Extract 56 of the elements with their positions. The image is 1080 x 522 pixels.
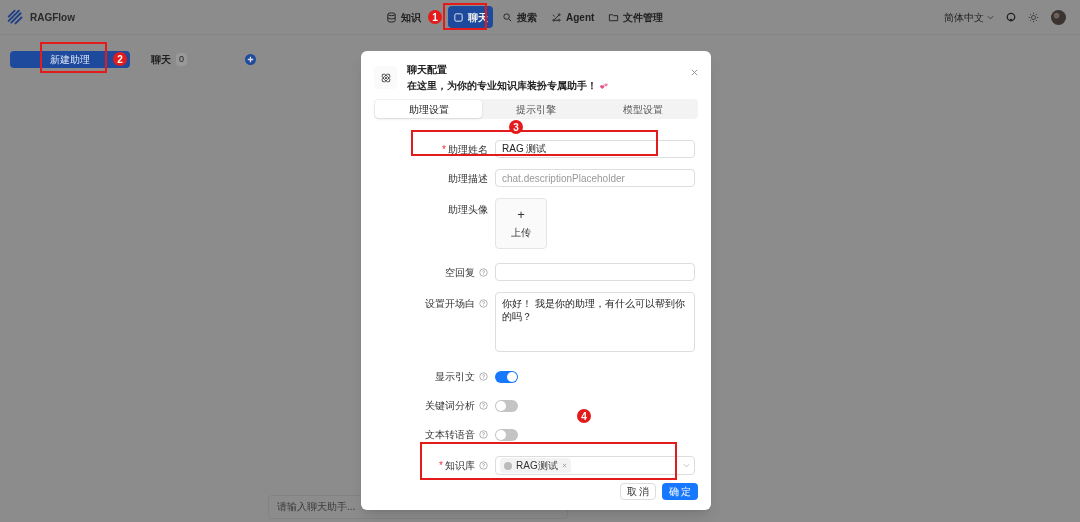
chats-title: 聊天 — [151, 53, 171, 67]
close-icon[interactable] — [561, 463, 567, 468]
nodes-icon — [551, 11, 562, 23]
nav-tab[interactable]: 搜索 — [497, 6, 542, 28]
hearts-icon — [600, 81, 609, 90]
text-field[interactable]: chat.descriptionPlaceholder — [495, 169, 695, 187]
annotation-frame — [443, 3, 487, 30]
count-badge: 0 — [176, 52, 187, 67]
github-icon[interactable] — [1006, 12, 1016, 22]
language-select[interactable]: 简体中文 — [944, 9, 994, 25]
field-label: 知识库 — [445, 459, 475, 473]
upload-button[interactable]: + 上传 — [495, 198, 547, 249]
field-label: 助理描述 — [448, 171, 488, 186]
chat-icon — [453, 11, 464, 23]
confirm-button[interactable]: 确 定 — [662, 483, 698, 500]
dialog-tab[interactable]: 模型设置 — [589, 100, 697, 118]
field-label: 关键词分析 — [425, 399, 475, 413]
toggle-switch[interactable] — [495, 370, 518, 383]
dialog-title: 聊天配置 — [407, 63, 448, 77]
chevron-down-icon — [683, 463, 690, 468]
textarea-field[interactable]: 你好！ 我是你的助理，有什么可以帮到你的吗？ — [495, 292, 695, 352]
user-avatar[interactable] — [1051, 9, 1066, 25]
add-icon[interactable] — [245, 54, 256, 65]
app-name: RAGFlow — [30, 10, 75, 25]
field-label: 设置开场白 — [425, 297, 475, 311]
field-label: 显示引文 — [435, 370, 475, 384]
toggle-switch[interactable] — [495, 428, 518, 441]
dialog-tab[interactable]: 提示引擎 — [482, 100, 590, 118]
text-field[interactable] — [495, 263, 695, 281]
field-label: 助理姓名 — [448, 142, 488, 157]
required-mark: * — [442, 142, 446, 157]
cancel-button[interactable]: 取 消 — [620, 483, 656, 500]
chevron-down-icon — [987, 14, 994, 20]
tag-chip: RAG测试 — [500, 458, 571, 473]
atom-icon — [379, 71, 392, 84]
database-icon — [386, 11, 397, 23]
search-icon — [502, 11, 513, 23]
field-label: 文本转语音 — [425, 428, 475, 442]
nav-tab[interactable]: 知识 — [381, 6, 426, 28]
select-field[interactable]: RAG测试 — [495, 456, 695, 475]
nav-tab[interactable]: Agent — [546, 6, 600, 28]
toggle-switch[interactable] — [495, 399, 518, 412]
required-mark: * — [439, 459, 443, 473]
annotation-badge: 1 — [428, 10, 442, 24]
field-label: 助理头像 — [448, 203, 488, 217]
avatar-icon — [504, 461, 512, 470]
dialog-tab[interactable]: 助理设置 — [375, 100, 483, 118]
folder-icon — [608, 11, 620, 23]
annotation-frame — [40, 42, 107, 73]
dialog-subtitle: 在这里，为你的专业知识库装扮专属助手！ — [407, 79, 597, 93]
close-icon[interactable] — [691, 69, 698, 76]
text-field[interactable]: RAG 测试 — [495, 140, 695, 158]
field-label: 空回复 — [445, 265, 475, 280]
sun-icon[interactable] — [1028, 11, 1039, 23]
nav-tab[interactable]: 文件管理 — [603, 6, 669, 28]
logo-icon — [7, 8, 24, 26]
